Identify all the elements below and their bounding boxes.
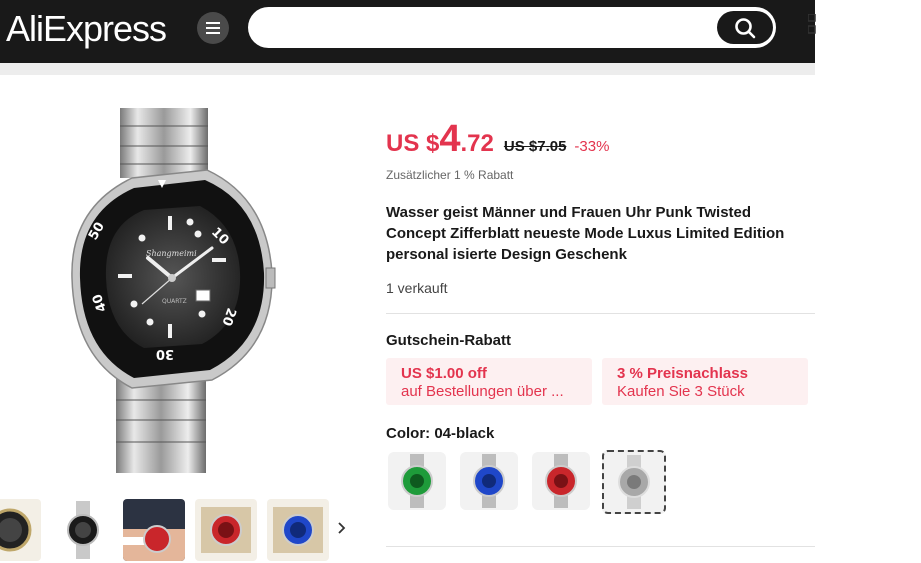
sold-count: 1 verkauft (386, 280, 448, 296)
price-row: US $ 4 .72 US $7.05 -33% (386, 118, 610, 160)
divider (386, 313, 815, 314)
search-button[interactable] (717, 11, 773, 44)
thumbnail-black-silver[interactable] (52, 499, 114, 561)
top-header: AliExpress (0, 0, 815, 63)
aliexpress-logo[interactable]: AliExpress (6, 8, 167, 50)
thumbnail-blue-box[interactable] (267, 499, 329, 561)
price-decimal: .72 (460, 130, 494, 157)
category-bar (0, 63, 815, 75)
color-label: Color: 04-black (386, 425, 495, 442)
thumbnail-strip (0, 499, 360, 563)
discount-percent: -33% (574, 138, 610, 155)
dial-quartz-text: QUARTZ (162, 298, 187, 305)
color-swatch-silver[interactable] (602, 450, 666, 514)
product-main-image[interactable]: 10 20 30 40 50 Shangmeimi QUARTZ (62, 108, 277, 473)
qr-code-icon[interactable] (808, 14, 818, 38)
coupon-card-2[interactable]: 3 % Preisnachlass Kaufen Sie 3 Stück (602, 358, 808, 405)
dial-brand-text: Shangmeimi (146, 249, 197, 258)
coupon-amount: 3 % Preisnachlass (617, 365, 748, 382)
color-swatch-red[interactable] (532, 452, 590, 510)
coupon-description: Kaufen Sie 3 Stück (617, 383, 745, 400)
price-integer: 4 (439, 118, 461, 160)
hamburger-icon (206, 22, 220, 34)
thumbnail-red-on-wrist[interactable] (123, 499, 185, 561)
coupon-amount: US $1.00 off (401, 365, 487, 382)
bezel-number-30: 30 (156, 346, 174, 361)
color-swatch-blue[interactable] (460, 452, 518, 510)
coupon-card-1[interactable]: US $1.00 off auf Bestellungen über ... (386, 358, 592, 405)
extra-discount-text: Zusätzlicher 1 % Rabatt (386, 168, 514, 182)
thumbnail-black-gold[interactable] (0, 499, 41, 561)
coupon-section-title: Gutschein-Rabatt (386, 332, 512, 349)
chevron-right-icon (338, 522, 346, 534)
divider (386, 546, 815, 547)
search-icon (735, 17, 756, 38)
thumbnail-next-arrow[interactable] (338, 521, 346, 539)
search-input[interactable] (266, 15, 710, 41)
search-bar (248, 7, 776, 48)
coupon-description: auf Bestellungen über ... (401, 383, 564, 400)
product-title: Wasser geist Männer und Frauen Uhr Punk … (386, 204, 785, 263)
price-currency: US $ (386, 130, 440, 157)
color-swatch-green[interactable] (388, 452, 446, 510)
thumbnail-red-box[interactable] (195, 499, 257, 561)
menu-button[interactable] (197, 12, 229, 44)
original-price: US $7.05 (503, 138, 567, 155)
